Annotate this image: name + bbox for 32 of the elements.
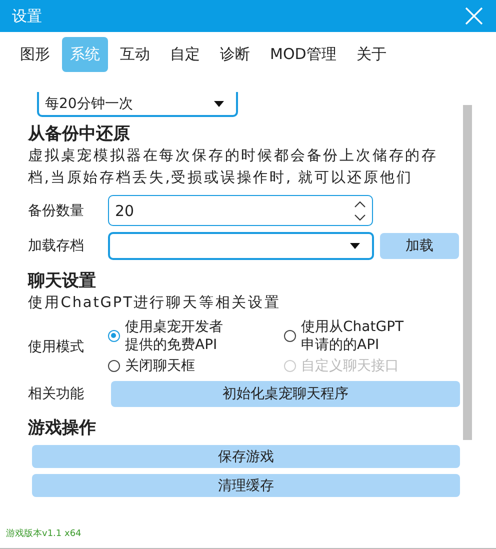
- radio-option[interactable]: 使用从ChatGPT申请的的API: [284, 318, 454, 354]
- tab[interactable]: 互动: [112, 37, 158, 72]
- section-heading: 从备份中还原: [28, 123, 131, 145]
- tab[interactable]: 自定: [162, 37, 208, 72]
- section-description: 使用ChatGPT进行聊天等相关设置: [28, 294, 282, 313]
- field-label: 备份数量: [28, 202, 85, 220]
- spinner-arrows-icon[interactable]: [354, 198, 366, 222]
- init-chat-button[interactable]: 初始化桌宠聊天程序: [111, 381, 460, 407]
- load-button[interactable]: 加载: [380, 233, 459, 259]
- version-text: 游戏版本v1.1 x64: [6, 528, 82, 540]
- window-title: 设置: [12, 6, 42, 26]
- section-heading: 游戏操作: [28, 417, 97, 439]
- field-label: 使用模式: [28, 338, 85, 356]
- game-action-button[interactable]: 保存游戏: [32, 445, 460, 468]
- dropdown-arrow-icon: [350, 243, 360, 249]
- tab[interactable]: 关于: [348, 37, 394, 72]
- dropdown-arrow-icon: [214, 100, 224, 106]
- save-file-dropdown[interactable]: [108, 232, 374, 260]
- scrollbar-thumb[interactable]: [463, 105, 472, 440]
- section-heading: 聊天设置: [28, 270, 97, 292]
- tab[interactable]: 诊断: [212, 37, 258, 72]
- backup-count-field[interactable]: 20: [108, 195, 373, 226]
- autosave-dropdown[interactable]: 每20分钟一次: [37, 92, 238, 117]
- tab[interactable]: MOD管理: [262, 37, 344, 72]
- field-label: 加载存档: [28, 237, 85, 255]
- field-label: 相关功能: [28, 385, 85, 403]
- radio-option[interactable]: 使用桌宠开发者提供的免费API: [108, 318, 284, 354]
- tab[interactable]: 图形: [12, 37, 58, 72]
- section-description: 虚拟桌宠模拟器在每次保存的时候都会备份上次储存的存档,当原始存档丢失,受损或误操作时, 就可以还原他们: [28, 146, 438, 188]
- radio-option[interactable]: 关闭聊天框: [108, 357, 284, 375]
- close-icon[interactable]: [465, 7, 483, 25]
- game-action-button[interactable]: 清理缓存: [32, 474, 460, 497]
